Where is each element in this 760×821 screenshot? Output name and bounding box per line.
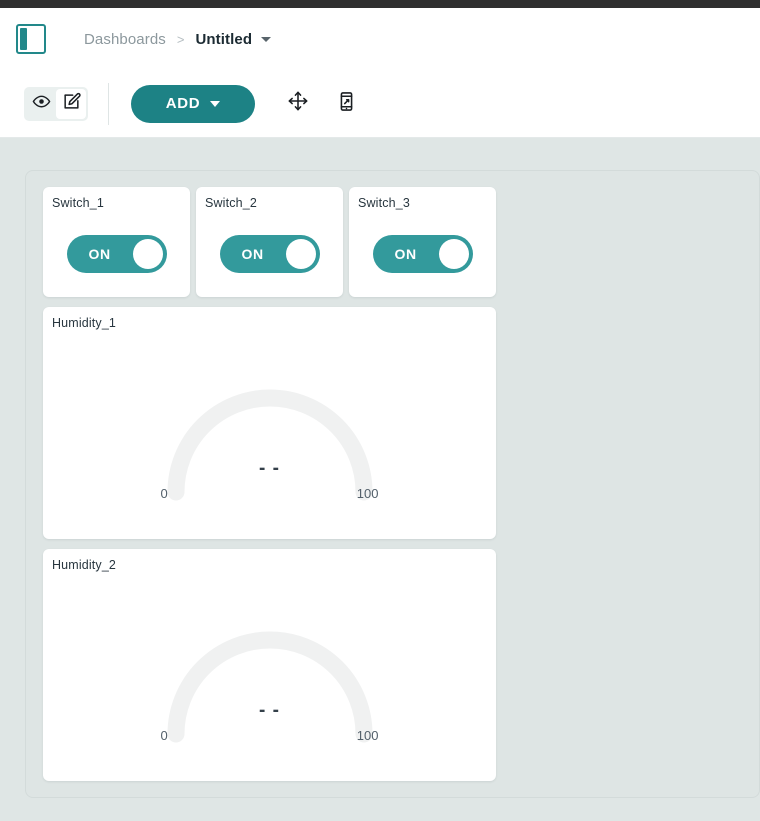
widget-title: Humidity_1 bbox=[52, 316, 117, 330]
switch-state-label: ON bbox=[241, 246, 264, 262]
panel-left-icon-bar bbox=[20, 28, 27, 50]
pencil-square-icon bbox=[62, 92, 81, 116]
switch-toggle[interactable]: ON bbox=[372, 235, 473, 273]
switch-state-label: ON bbox=[88, 246, 111, 262]
mobile-layout-icon bbox=[336, 91, 357, 117]
chevron-down-icon[interactable] bbox=[261, 36, 272, 42]
switch-control-wrap: ON bbox=[196, 235, 343, 273]
widget-title: Switch_2 bbox=[205, 196, 257, 210]
switch-knob bbox=[132, 239, 163, 269]
gauge-value-label: - - bbox=[259, 458, 280, 479]
edit-mode-button[interactable] bbox=[56, 88, 86, 119]
gauge-tick-labels: 0 100 bbox=[160, 486, 380, 501]
gauge-widget-card[interactable]: Humidity_1 - - 0 100 bbox=[43, 307, 496, 539]
switch-widget-row: Switch_1 ON Switch_2 ON Switch_3 ON bbox=[43, 187, 759, 297]
toolbar-divider bbox=[108, 82, 109, 125]
gauge-arc-svg bbox=[167, 389, 372, 501]
switch-state-label: ON bbox=[394, 246, 417, 262]
breadcrumb-separator-icon: > bbox=[176, 31, 185, 47]
switch-toggle[interactable]: ON bbox=[66, 235, 167, 273]
switch-widget-card[interactable]: Switch_2 ON bbox=[196, 187, 343, 297]
preview-mode-button[interactable] bbox=[26, 89, 56, 119]
add-button-label: ADD bbox=[165, 95, 201, 112]
os-title-bar bbox=[0, 0, 760, 8]
breadcrumb: Dashboards > Untitled bbox=[84, 30, 272, 48]
panel-left-icon[interactable] bbox=[16, 24, 46, 54]
gauge-arc-wrap: - - 0 100 bbox=[160, 614, 380, 744]
eye-icon bbox=[32, 92, 51, 116]
switch-toggle[interactable]: ON bbox=[219, 235, 320, 273]
chevron-down-icon bbox=[210, 100, 221, 107]
gauge-widget-card[interactable]: Humidity_2 - - 0 100 bbox=[43, 549, 496, 781]
gauge-tick-labels: 0 100 bbox=[160, 728, 380, 743]
gauge-min-label: 0 bbox=[160, 486, 168, 501]
gauge-chart: - - 0 100 bbox=[43, 577, 496, 781]
dashboard-canvas: Switch_1 ON Switch_2 ON Switch_3 ON Humi… bbox=[0, 138, 760, 821]
gauge-arc-wrap: - - 0 100 bbox=[160, 372, 380, 502]
app-header: Dashboards > Untitled bbox=[0, 8, 760, 70]
gauge-value-label: - - bbox=[259, 700, 280, 721]
move-layout-button[interactable] bbox=[281, 87, 315, 121]
arrows-move-icon bbox=[287, 90, 309, 117]
switch-widget-card[interactable]: Switch_3 ON bbox=[349, 187, 496, 297]
switch-control-wrap: ON bbox=[43, 235, 190, 273]
widget-title: Switch_1 bbox=[52, 196, 104, 210]
view-mode-toggle-group bbox=[24, 86, 88, 121]
breadcrumb-item-dashboards[interactable]: Dashboards bbox=[84, 31, 166, 48]
widget-grid: Switch_1 ON Switch_2 ON Switch_3 ON Humi… bbox=[25, 170, 760, 798]
switch-widget-card[interactable]: Switch_1 ON bbox=[43, 187, 190, 297]
gauge-arc-svg bbox=[167, 631, 372, 743]
dashboard-toolbar: ADD bbox=[0, 70, 760, 138]
panel-left-icon-body bbox=[27, 28, 42, 50]
switch-knob bbox=[285, 239, 316, 269]
mobile-layout-button[interactable] bbox=[329, 87, 363, 121]
widget-title: Switch_3 bbox=[358, 196, 410, 210]
widget-title: Humidity_2 bbox=[52, 558, 117, 572]
gauge-chart: - - 0 100 bbox=[43, 335, 496, 539]
switch-knob bbox=[438, 239, 469, 269]
breadcrumb-item-current: Untitled bbox=[195, 30, 253, 48]
gauge-min-label: 0 bbox=[160, 728, 168, 743]
gauge-max-label: 100 bbox=[356, 728, 379, 743]
gauge-max-label: 100 bbox=[356, 486, 379, 501]
switch-control-wrap: ON bbox=[349, 235, 496, 273]
add-button[interactable]: ADD bbox=[131, 84, 255, 123]
